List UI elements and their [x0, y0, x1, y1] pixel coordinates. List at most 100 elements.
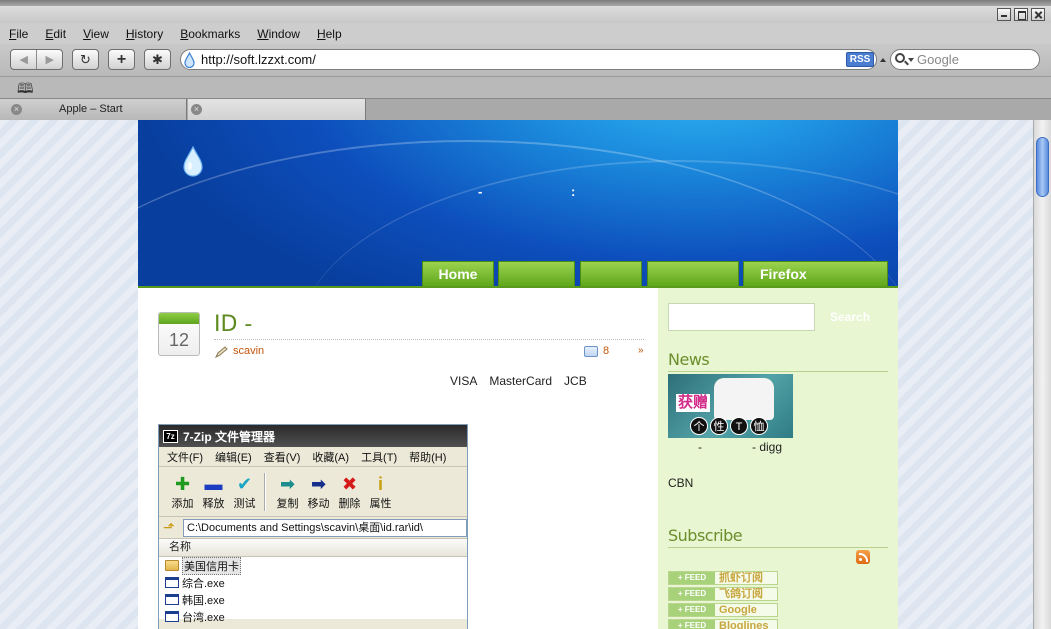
subscribe-feed-button[interactable]: + FEED 抓虾订阅 — [668, 571, 778, 585]
tab-close-icon[interactable]: × — [11, 104, 22, 115]
banner-text: 获赠 — [676, 394, 711, 412]
minimize-button[interactable] — [997, 8, 1011, 21]
feed-label: Google — [719, 604, 757, 616]
sevenzip-menu-item: 收藏(A) — [312, 451, 350, 464]
post-author[interactable]: scavin — [233, 345, 264, 357]
back-arrow-icon: ◀ — [19, 54, 28, 66]
address-field[interactable]: http://soft.lzzxt.com/ — [180, 49, 877, 70]
post-title[interactable]: ID - — [214, 312, 252, 337]
navigation-toolbar: ◀ ▶ ↻ + ✱ http://soft.lzzxt.com/ RSS Goo… — [0, 44, 1051, 76]
menu-bookmarks[interactable]: Bookmarks — [180, 27, 240, 41]
site-logo-drop-icon[interactable] — [182, 146, 204, 178]
title-bar — [0, 6, 1051, 23]
card-jcb: JCB — [564, 374, 587, 388]
bookmarks-book-icon[interactable]: 🕮 — [17, 81, 34, 95]
nav-item-3[interactable] — [580, 261, 642, 286]
feed-badge: + FEED — [669, 620, 715, 629]
menu-file[interactable]: File — [9, 27, 28, 41]
sevenzip-file-row: 美国信用卡 — [159, 556, 467, 575]
sevenzip-tool-icon: ✔ — [236, 473, 253, 494]
close-button[interactable] — [1031, 8, 1045, 21]
banner-char: 恤 — [750, 417, 768, 435]
menu-bar: File Edit View History Bookmarks Window Help — [0, 23, 1051, 44]
sevenzip-tool-icon: ➡ — [310, 473, 327, 494]
url-history-caret-icon[interactable] — [880, 58, 886, 62]
bug-icon: ✱ — [152, 51, 163, 67]
folder-icon — [165, 560, 179, 571]
exe-file-icon — [165, 594, 179, 605]
tab-current[interactable]: × — [188, 99, 366, 120]
banner-char: T — [730, 417, 748, 435]
sevenzip-menu-item: 工具(T) — [361, 451, 398, 464]
vertical-scrollbar[interactable] — [1033, 120, 1051, 629]
sevenzip-screenshot: 7z 7-Zip 文件管理器 文件(F) 编辑(E) 查看(V) 收藏(A) 工具(T)… — [158, 424, 468, 629]
subscribe-feed-button[interactable]: + FEED 飞鸽订阅 — [668, 587, 778, 601]
menu-window[interactable]: Window — [257, 27, 300, 41]
read-more-link[interactable]: » — [638, 345, 644, 356]
nav-item-4[interactable] — [647, 261, 739, 286]
sevenzip-logo-icon: 7z — [163, 429, 178, 443]
exe-file-icon — [165, 611, 179, 622]
card-list: VISA MasterCard JCB — [450, 374, 587, 388]
news-divider — [668, 371, 888, 372]
sevenzip-tool-label: 添加 — [171, 497, 194, 510]
tab-close-icon[interactable]: × — [191, 104, 202, 115]
sevenzip-tool-label: 测试 — [233, 497, 256, 510]
site-drop-icon — [184, 52, 195, 68]
menu-help[interactable]: Help — [317, 27, 342, 41]
sevenzip-tool-icon: ✖ — [341, 473, 358, 494]
sevenzip-file-row: 台湾.exe — [159, 608, 467, 625]
rss-feed-icon[interactable] — [856, 550, 870, 564]
search-placeholder: Google — [917, 52, 959, 67]
comment-count[interactable]: 8 — [603, 345, 609, 357]
banner-char: 个 — [690, 417, 708, 435]
site-tagline-dash: - — [478, 184, 483, 199]
feed-badge: + FEED — [669, 588, 715, 600]
rss-button[interactable]: RSS — [846, 52, 874, 67]
sevenzip-tool-label: 复制 — [276, 497, 299, 510]
nav-firefox[interactable]: Firefox — [743, 261, 888, 286]
sevenzip-title: 7-Zip 文件管理器 — [183, 429, 275, 444]
address-text: http://soft.lzzxt.com/ — [201, 52, 316, 67]
sevenzip-tool: ➡ 复制 — [272, 473, 303, 511]
menu-view[interactable]: View — [83, 27, 109, 41]
report-bug-button[interactable]: ✱ — [144, 49, 171, 70]
forward-button[interactable]: ▶ — [36, 50, 62, 69]
sevenzip-menu-item: 帮助(H) — [409, 451, 447, 464]
feed-label: Bloglines — [719, 620, 769, 629]
menu-history[interactable]: History — [126, 27, 163, 41]
sidebar-search-button[interactable]: Search — [830, 303, 870, 331]
banner-chars: 个 性 T 恤 — [690, 417, 768, 435]
sevenzip-tool: ✚ 添加 — [167, 473, 198, 511]
sidebar-search-input[interactable] — [668, 303, 815, 331]
news-caption-a: - — [698, 440, 702, 454]
forward-arrow-icon: ▶ — [45, 54, 54, 66]
sevenzip-file-name: 美国信用卡 — [182, 556, 241, 575]
news-banner-image[interactable]: 获赠 个 性 T 恤 — [668, 374, 793, 438]
sevenzip-menu: 文件(F) 编辑(E) 查看(V) 收藏(A) 工具(T) 帮助(H) — [159, 447, 467, 467]
menu-edit[interactable]: Edit — [45, 27, 66, 41]
tab-apple-start[interactable]: × Apple – Start — [0, 99, 187, 120]
subscribe-feed-button[interactable]: + FEED Google — [668, 603, 778, 617]
feed-badge: + FEED — [669, 604, 715, 616]
search-icon — [895, 53, 905, 63]
back-forward-buttons: ◀ ▶ — [10, 49, 63, 70]
search-engine-caret-icon[interactable] — [908, 58, 914, 62]
scrollbar-thumb[interactable] — [1036, 137, 1049, 197]
post-day: 12 — [168, 330, 190, 350]
nav-home[interactable]: Home — [422, 261, 494, 286]
sevenzip-tool-icon: ➡ — [279, 473, 296, 494]
comment-icon — [584, 346, 598, 357]
reload-button[interactable]: ↻ — [72, 49, 99, 70]
nav-item-2[interactable] — [498, 261, 575, 286]
maximize-button[interactable] — [1014, 8, 1028, 21]
subscribe-feed-button[interactable]: + FEED Bloglines — [668, 619, 778, 629]
folder-up-icon: ⬏ — [163, 519, 175, 535]
back-button[interactable]: ◀ — [11, 50, 36, 69]
sevenzip-tool-label: 移动 — [307, 497, 330, 510]
site-nav: Home Firefox — [138, 261, 898, 286]
exe-file-icon — [165, 577, 179, 588]
news-caption-b[interactable]: - digg — [752, 440, 782, 454]
add-bookmark-button[interactable]: + — [108, 49, 135, 70]
sevenzip-toolbar: ✚ 添加 ▬ 释放 ✔ 测试 ➡ 复制 ➡ 移动 ✖ 删除 i 属性 — [159, 467, 467, 517]
